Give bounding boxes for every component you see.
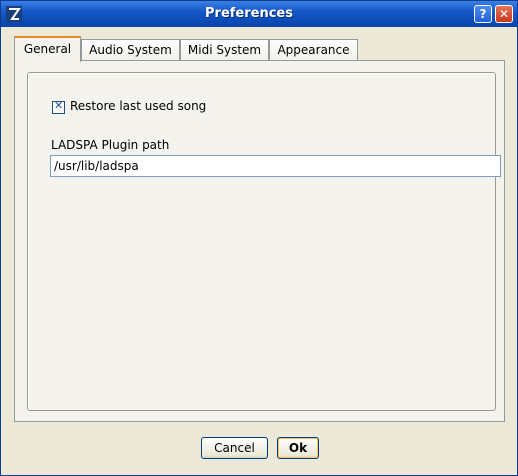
checkmark-icon: ✕: [54, 99, 64, 112]
restore-last-song-label[interactable]: Restore last used song: [70, 99, 206, 113]
tab-appearance[interactable]: Appearance: [269, 39, 358, 61]
ladspa-path-input[interactable]: [50, 155, 501, 177]
tab-audio-system[interactable]: Audio System: [81, 39, 180, 61]
close-button[interactable]: ✕: [495, 5, 513, 23]
ok-button[interactable]: Ok: [277, 437, 319, 459]
general-tab-panel: ✕ Restore last used song LADSPA Plugin p…: [14, 60, 505, 422]
restore-last-song-checkbox[interactable]: ✕: [52, 99, 65, 114]
cancel-button[interactable]: Cancel: [201, 437, 268, 459]
title-bar[interactable]: Preferences ? ✕: [1, 1, 517, 27]
preferences-dialog: Preferences ? ✕ General Audio System Mid…: [0, 0, 518, 476]
ladspa-path-label: LADSPA Plugin path: [51, 138, 170, 152]
tab-midi-system[interactable]: Midi System: [180, 39, 269, 61]
help-button[interactable]: ?: [474, 5, 492, 23]
general-groupbox: ✕ Restore last used song LADSPA Plugin p…: [27, 72, 501, 411]
tab-general[interactable]: General: [14, 36, 81, 62]
window-title: Preferences: [205, 6, 293, 21]
